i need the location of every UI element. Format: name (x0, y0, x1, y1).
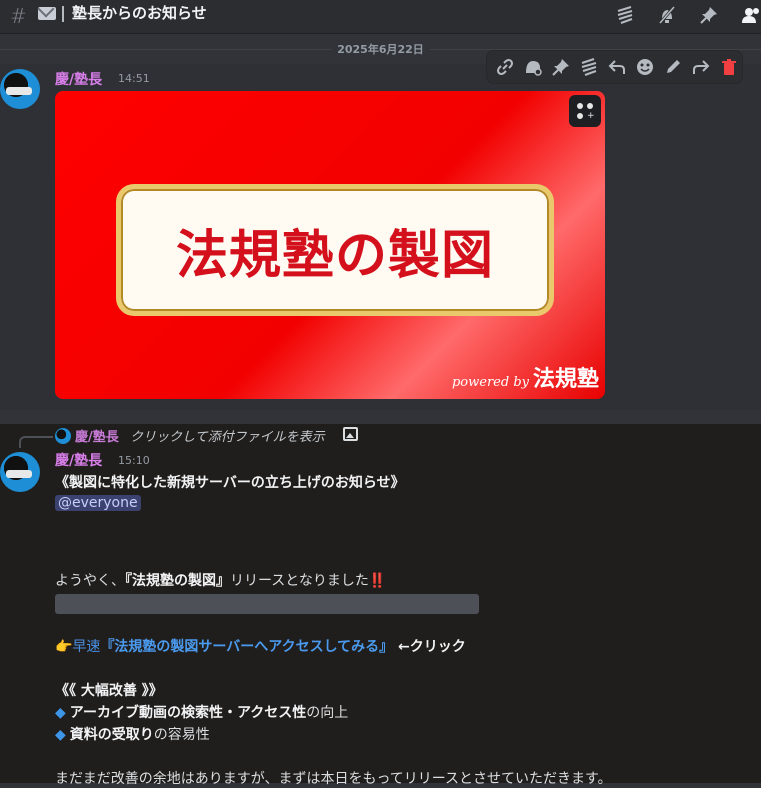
powered-by-text: powered by (451, 375, 529, 390)
username[interactable]: 慶/塾長 (55, 450, 102, 470)
image-icon (343, 427, 358, 441)
bullet-bold: 資料の受取り (69, 727, 154, 743)
spoiler-block[interactable] (55, 594, 479, 614)
reply-username[interactable]: 慶/塾長 (75, 426, 119, 445)
threads-icon[interactable] (615, 5, 635, 25)
add-reaction-icon[interactable] (521, 55, 545, 79)
thread-icon[interactable] (577, 55, 601, 79)
forward-icon[interactable] (689, 55, 713, 79)
delete-icon[interactable] (717, 55, 741, 79)
reply-avatar[interactable] (55, 428, 71, 444)
bullet-item: ◆ アーカイブ動画の検索性・アクセス性の向上 (55, 702, 348, 722)
access-line: 👉早速『法規塾の製図サーバーへアクセスしてみる』 ←クリック (55, 636, 466, 656)
emoji-icon[interactable] (633, 55, 657, 79)
message-list[interactable]: 2025年6月22日 慶/塾長 14:51 法規塾の製図 powered by 法… (0, 34, 761, 787)
announcement-heading: 《製図に特化した新規サーバーの立ち上げのお知らせ》 (55, 475, 405, 491)
mention-line: @everyone (55, 495, 141, 511)
closing-text: まだまだ改善の余地はありますが、まずは本日をもってリリースとさせていただきます。 (55, 771, 612, 787)
brand-text: 法規塾 (532, 366, 599, 392)
title-separator (62, 6, 64, 22)
release-line: ようやく、『法規塾の製図』リリースとなりました‼️ (55, 570, 386, 590)
banner-powered-by: powered by 法規塾 (452, 361, 599, 393)
message-item[interactable]: 慶/塾長 クリックして添付ファイルを表示 慶/塾長 15:10 《製図に特化した… (0, 424, 761, 787)
release-post: リリースとなりました (230, 573, 369, 589)
message-hover-toolbar (486, 50, 743, 84)
release-bold: 『法規塾の製図』 (125, 573, 230, 589)
avatar[interactable] (0, 69, 40, 109)
reply-icon[interactable] (605, 55, 629, 79)
blue-diamond-icon: ◆ (55, 705, 66, 721)
click-note: ←クリック (393, 639, 466, 655)
pointing-hand-icon: 👉 (55, 639, 73, 655)
pin-icon[interactable] (549, 55, 573, 79)
message-item[interactable]: 慶/塾長 14:51 法規塾の製図 powered by 法規塾 + (0, 50, 761, 410)
channel-title: 塾長からのお知らせ (72, 4, 207, 22)
bullet-rest: の容易性 (153, 727, 210, 743)
server-access-link[interactable]: 『法規塾の製図サーバーへアクセスしてみる』 (100, 639, 393, 655)
envelope-icon (38, 7, 56, 20)
quick-label: 早速 (72, 639, 101, 655)
banner-title: 法規塾の製図 (175, 225, 494, 286)
header-toolbar (615, 2, 761, 28)
reply-preview-text[interactable]: クリックして添付ファイルを表示 (130, 426, 325, 445)
blue-diamond-icon: ◆ (55, 727, 66, 743)
timestamp: 14:51 (118, 72, 150, 85)
apps-icon[interactable]: + (569, 95, 601, 127)
date-divider-text: 2025年6月22日 (331, 41, 430, 57)
everyone-mention[interactable]: @everyone (55, 495, 141, 511)
release-pre: ようやく、 (55, 573, 125, 589)
edit-icon[interactable] (661, 55, 685, 79)
avatar[interactable] (0, 452, 40, 492)
members-icon[interactable] (741, 5, 761, 25)
bullet-rest: の向上 (306, 705, 349, 721)
mute-icon[interactable] (657, 5, 677, 25)
pin-icon[interactable] (699, 5, 719, 25)
channel-header: # 塾長からのお知らせ (0, 0, 761, 34)
timestamp: 15:10 (118, 454, 150, 467)
link-icon[interactable] (493, 55, 517, 79)
bullet-item: ◆ 資料の受取りの容易性 (55, 724, 210, 744)
bullet-bold: アーカイブ動画の検索性・アクセス性 (69, 705, 307, 721)
reply-connector (19, 436, 53, 448)
double-exclamation-icon: ‼️ (368, 573, 387, 589)
banner-plate: 法規塾の製図 (116, 184, 554, 316)
username[interactable]: 慶/塾長 (55, 69, 102, 89)
image-attachment[interactable]: 法規塾の製図 powered by 法規塾 + (55, 91, 605, 399)
improvement-heading: 《《 大幅改善 》》 (55, 683, 163, 699)
hash-icon: # (10, 4, 27, 28)
